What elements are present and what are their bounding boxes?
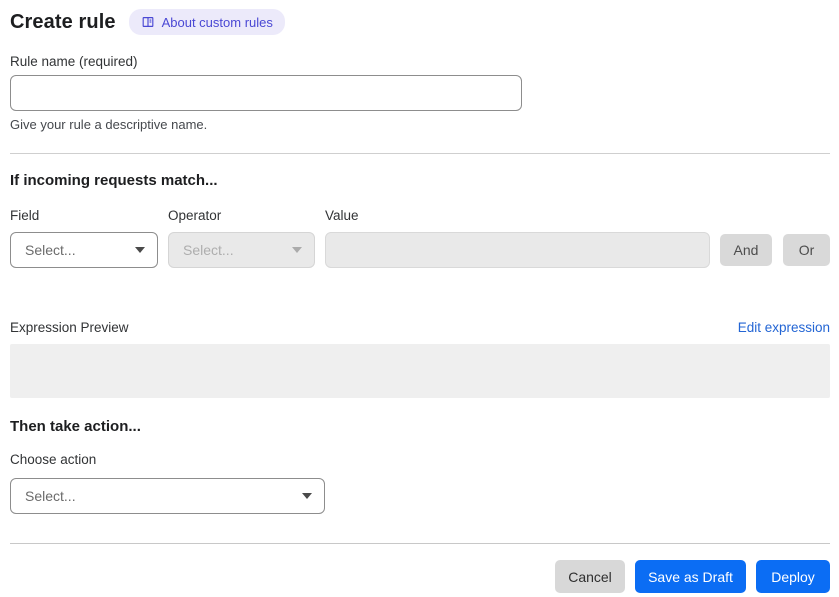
field-select-value: Select... [25, 242, 76, 258]
action-select-value: Select... [25, 488, 76, 504]
value-label: Value [325, 208, 359, 223]
about-custom-rules-badge[interactable]: About custom rules [128, 9, 285, 35]
match-labels-row: Field Operator Value [10, 208, 830, 223]
operator-select: Select... [168, 232, 315, 268]
operator-select-value: Select... [183, 242, 234, 258]
rule-name-section: Rule name (required) Give your rule a de… [10, 54, 830, 132]
or-button[interactable]: Or [783, 234, 830, 266]
chevron-down-icon [135, 247, 145, 253]
rule-name-label: Rule name (required) [10, 54, 138, 69]
action-select[interactable]: Select... [10, 478, 325, 514]
book-icon [142, 17, 153, 27]
save-as-draft-button[interactable]: Save as Draft [635, 560, 746, 593]
match-controls-row: Select... Select... And Or [10, 232, 830, 268]
badge-label: About custom rules [161, 14, 273, 30]
expression-header-row: Expression Preview Edit expression [10, 320, 830, 335]
field-label: Field [10, 208, 40, 223]
value-input [325, 232, 710, 268]
deploy-button[interactable]: Deploy [756, 560, 830, 593]
operator-label: Operator [168, 208, 222, 223]
match-section-heading: If incoming requests match... [10, 172, 218, 189]
footer-divider [10, 543, 830, 544]
field-select[interactable]: Select... [10, 232, 158, 268]
rule-name-helper-text: Give your rule a descriptive name. [10, 117, 208, 132]
page-title: Create rule [10, 11, 116, 33]
rule-name-input[interactable] [10, 75, 522, 111]
edit-expression-link[interactable]: Edit expression [738, 320, 830, 335]
page-header: Create rule About custom rules [10, 9, 830, 35]
footer-actions: Cancel Save as Draft Deploy [10, 560, 830, 593]
chevron-down-icon [302, 493, 312, 499]
choose-action-label: Choose action [10, 452, 97, 467]
and-button[interactable]: And [720, 234, 772, 266]
cancel-button[interactable]: Cancel [555, 560, 625, 593]
action-section-heading: Then take action... [10, 418, 141, 435]
create-rule-page: Create rule About custom rules Rule name… [0, 0, 839, 593]
chevron-down-icon [292, 247, 302, 253]
expression-preview-label: Expression Preview [10, 320, 129, 335]
expression-preview-box [10, 344, 830, 398]
section-divider [10, 153, 830, 154]
